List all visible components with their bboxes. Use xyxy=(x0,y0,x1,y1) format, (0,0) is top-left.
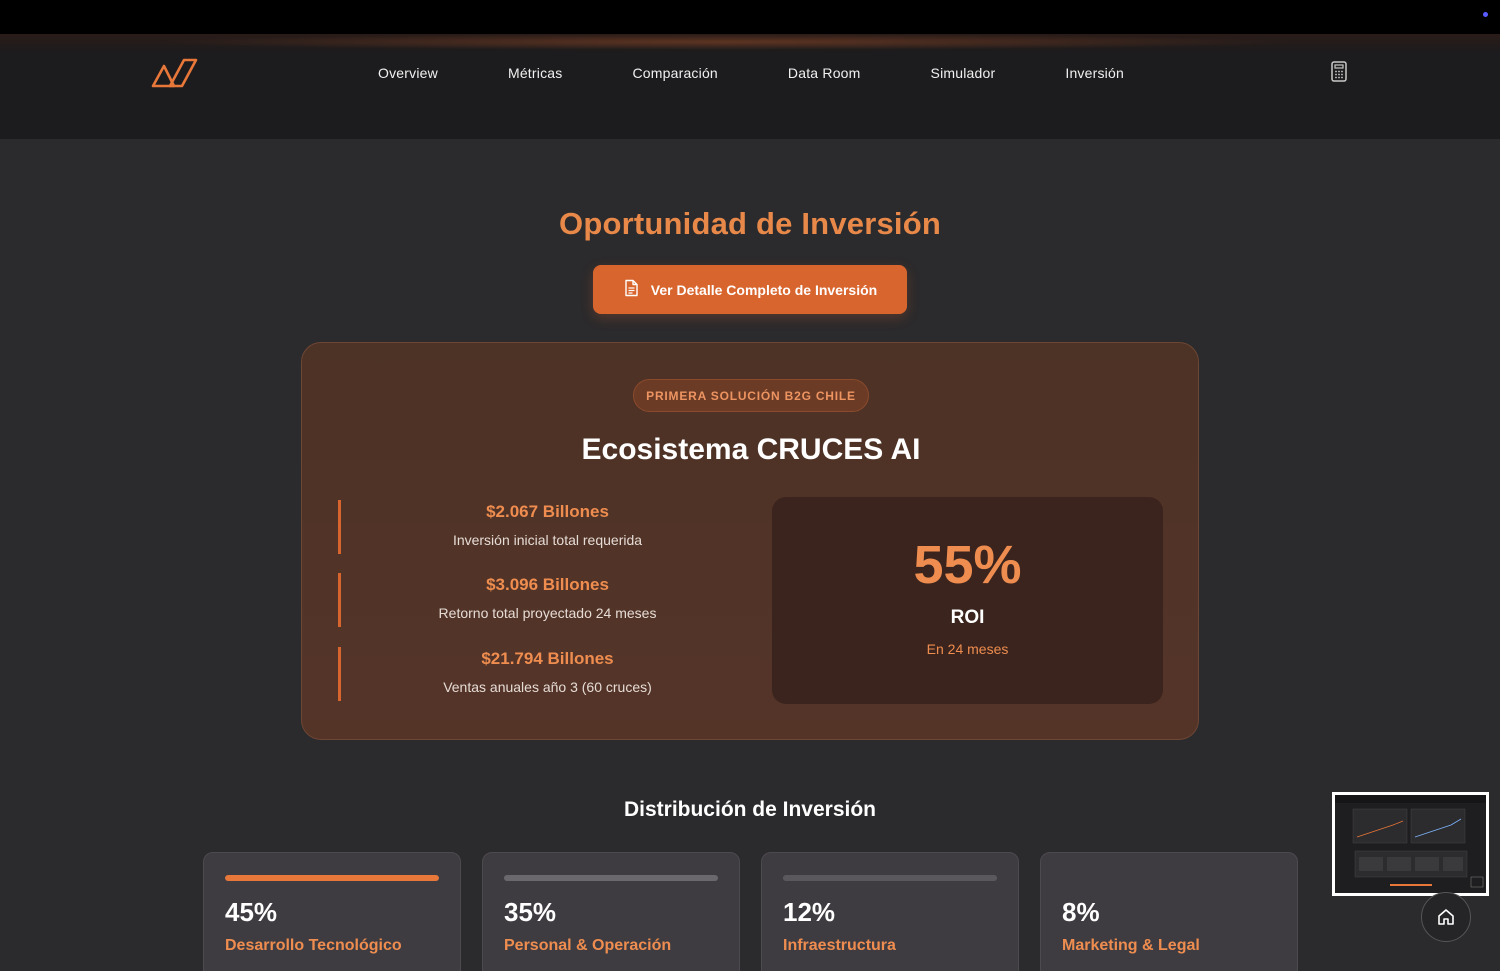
home-icon[interactable] xyxy=(1421,892,1471,942)
system-top-bar xyxy=(0,0,1500,34)
progress-fill xyxy=(783,875,997,881)
progress-fill xyxy=(504,875,718,881)
metric-label: Inversión inicial total requerida xyxy=(452,532,643,548)
roi-box: 55% ROI En 24 meses xyxy=(772,497,1163,704)
main-navbar: Overview Métricas Comparación Data Room … xyxy=(0,34,1500,139)
progress-bar xyxy=(504,875,718,881)
card-percent: 45% xyxy=(225,897,278,927)
metric-value: $2.067 Billones xyxy=(486,502,609,521)
nav-link-simulador[interactable]: Simulador xyxy=(896,64,1031,86)
navbar-glow xyxy=(150,34,1300,50)
page-thumbnail-preview[interactable] xyxy=(1332,792,1489,896)
view-investment-detail-button[interactable]: Ver Detalle Completo de Inversión xyxy=(593,265,907,314)
metric-initial-investment: $2.067 Billones Inversión inicial total … xyxy=(338,500,754,554)
ecosystem-title: Ecosistema CRUCES AI xyxy=(581,433,921,466)
metric-value: $21.794 Billones xyxy=(481,649,614,668)
ecosystem-card: PRIMERA SOLUCIÓN B2G CHILE Ecosistema CR… xyxy=(301,342,1199,740)
page-title: Oportunidad de Inversión xyxy=(559,206,941,241)
nav-link-data-room[interactable]: Data Room xyxy=(753,64,896,86)
nav-link-metricas[interactable]: Métricas xyxy=(473,64,598,86)
distribution-card-personal: 35% Personal & Operación xyxy=(482,852,740,971)
status-dot xyxy=(1483,12,1488,17)
card-percent: 35% xyxy=(504,897,557,927)
nav-links: Overview Métricas Comparación Data Room … xyxy=(343,64,1159,86)
card-category: Personal & Operación xyxy=(504,937,672,954)
distribution-title: Distribución de Inversión xyxy=(623,798,877,821)
distribution-card-infra: 12% Infraestructura xyxy=(761,852,1019,971)
distribution-card-marketing: 8% Marketing & Legal xyxy=(1040,852,1298,971)
roi-subtitle: En 24 meses xyxy=(926,641,1009,657)
calculator-icon[interactable] xyxy=(1328,60,1350,84)
status-badge: PRIMERA SOLUCIÓN B2G CHILE xyxy=(633,379,869,412)
detail-button-label: Ver Detalle Completo de Inversión xyxy=(650,281,878,298)
metric-label: Ventas anuales año 3 (60 cruces) xyxy=(443,679,652,695)
card-percent: 8% xyxy=(1062,897,1100,927)
card-category: Marketing & Legal xyxy=(1062,937,1200,954)
progress-bar xyxy=(225,875,439,881)
roi-percent: 55% xyxy=(913,535,1022,595)
distribution-card-tech: 45% Desarrollo Tecnológico xyxy=(203,852,461,971)
progress-fill xyxy=(225,875,439,881)
nav-link-overview[interactable]: Overview xyxy=(343,64,473,86)
brand-logo-icon[interactable] xyxy=(150,56,198,90)
nav-link-comparacion[interactable]: Comparación xyxy=(597,64,752,86)
document-icon xyxy=(623,279,639,300)
card-category: Infraestructura xyxy=(783,937,896,954)
metric-projected-return: $3.096 Billones Retorno total proyectado… xyxy=(338,573,754,627)
roi-label: ROI xyxy=(950,607,985,628)
progress-bar xyxy=(783,875,997,881)
card-percent: 12% xyxy=(783,897,836,927)
metric-annual-sales: $21.794 Billones Ventas anuales año 3 (6… xyxy=(338,647,754,701)
metric-label: Retorno total proyectado 24 meses xyxy=(438,605,657,621)
metric-value: $3.096 Billones xyxy=(486,575,609,594)
nav-link-inversion[interactable]: Inversión xyxy=(1030,64,1159,86)
card-category: Desarrollo Tecnológico xyxy=(225,937,402,954)
